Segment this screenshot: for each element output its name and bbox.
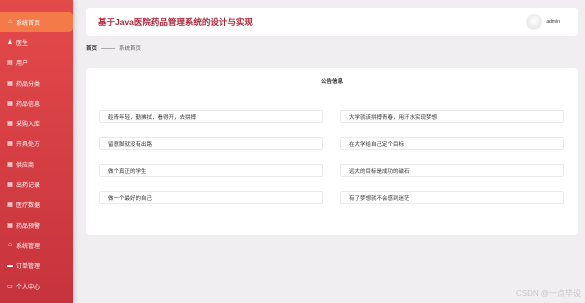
sidebar-item-label: 订单管理 (16, 264, 41, 271)
breadcrumb-separator (101, 47, 116, 49)
sidebar-item[interactable]: ▦ 采购入库 (0, 113, 73, 133)
notice-item[interactable]: 有了梦想就不会感到迷茫 (340, 191, 564, 204)
notice-item[interactable]: 在大学给自己定个目标 (340, 137, 564, 150)
grid-icon: ▦ (7, 80, 13, 87)
sidebar-item[interactable]: ▬ 订单管理 (0, 256, 73, 276)
notice-item[interactable]: 留意脚就没有出路 (99, 137, 323, 150)
sidebar-item-label: 系统管理 (16, 243, 41, 250)
sidebar-item[interactable]: ▭ 个人中心 (0, 276, 73, 296)
home-icon: ⌂ (8, 19, 12, 26)
sidebar-item-label: 药品分类 (16, 81, 41, 88)
notice-item[interactable]: 做个真正的学生 (99, 164, 323, 177)
breadcrumb-home[interactable]: 首页 (86, 44, 97, 52)
notice-title: 公告信息 (320, 79, 343, 85)
sidebar-item[interactable]: ▦ 出药记录 (0, 174, 73, 194)
username[interactable]: admin (546, 19, 560, 25)
sidebar-item[interactable]: ♟ 医生 (0, 32, 73, 52)
sidebar-item[interactable]: ▦ 药品分类 (0, 73, 73, 93)
profile-icon: ▭ (7, 283, 13, 290)
clipboard-icon: ▤ (7, 60, 13, 67)
sidebar-item-label: 医疗数据 (16, 203, 41, 210)
sidebar-item[interactable]: ▦ 供应商 (0, 154, 73, 174)
breadcrumb: 首页 系统首页 (86, 44, 141, 52)
sidebar-item[interactable]: ▦ 药品预警 (0, 215, 73, 235)
notice-card: 公告信息 趁青年轻，勤拂拭，看得开，去拼搏 大学就该拼搏青春，用汗水实现梦想 留… (86, 68, 578, 235)
sidebar-item[interactable]: ▦ 开具处方 (0, 134, 73, 154)
cart-icon: ▬ (7, 262, 13, 269)
grid-icon: ▦ (7, 182, 13, 189)
sidebar-item-label: 个人中心 (16, 284, 41, 291)
breadcrumb-current: 系统首页 (119, 46, 142, 52)
sidebar-item-label: 医生 (16, 40, 29, 47)
avatar[interactable] (526, 14, 543, 30)
sidebar-item[interactable]: ⌂ 系统管理 (0, 235, 73, 255)
sidebar-menu: ⌂ 系统首页 ♟ 医生 ▤ 用户 ▦ 药品分类 ▦ 药品信息 ▦ 采购入库 ▦ 开具处方 ▦ 供应商 ▦ 出药记录… (0, 12, 73, 296)
sidebar-item-label: 采购入库 (16, 122, 41, 129)
notice-item[interactable]: 做一个最好的自己 (99, 191, 323, 204)
bank-icon: ⌂ (8, 242, 12, 249)
sidebar-item-label: 供应商 (16, 162, 35, 169)
notice-item[interactable]: 趁青年轻，勤拂拭，看得开，去拼搏 (99, 110, 323, 123)
sidebar-item-label: 药品信息 (16, 101, 41, 108)
sidebar-item[interactable]: ⌂ 系统首页 (0, 12, 73, 33)
grid-icon: ▦ (7, 161, 13, 168)
sidebar-item-label: 药品预警 (16, 223, 41, 230)
sidebar-item[interactable]: ▦ 药品信息 (0, 93, 73, 113)
user-icon: ♟ (7, 39, 13, 46)
sidebar-item[interactable]: ▦ 医疗数据 (0, 195, 73, 215)
sidebar: ⌂ 系统首页 ♟ 医生 ▤ 用户 ▦ 药品分类 ▦ 药品信息 ▦ 采购入库 ▦ 开具处方 ▦ 供应商 ▦ 出药记录… (0, 0, 73, 303)
grid-icon: ▦ (7, 100, 13, 107)
sidebar-item-label: 开具处方 (16, 142, 41, 149)
notice-item[interactable]: 大学就该拼搏青春，用汗水实现梦想 (340, 110, 564, 123)
watermark: CSDN @一点毕设 (515, 289, 581, 298)
user-menu[interactable]: admin (526, 14, 560, 30)
top-header: 基于Java医院药品管理系统的设计与实现 admin (86, 8, 578, 36)
grid-icon: ▦ (7, 222, 13, 229)
sidebar-item-label: 用户 (16, 61, 29, 68)
notice-item[interactable]: 远大的目标是成功的磁石 (340, 164, 564, 177)
grid-icon: ▦ (7, 141, 13, 148)
grid-icon: ▦ (7, 121, 13, 128)
sidebar-item[interactable]: ▤ 用户 (0, 53, 73, 73)
sidebar-item-label: 出药记录 (16, 183, 41, 190)
app-title: 基于Java医院药品管理系统的设计与实现 (98, 17, 253, 27)
sidebar-item-label: 系统首页 (16, 20, 41, 27)
grid-icon: ▦ (7, 202, 13, 209)
